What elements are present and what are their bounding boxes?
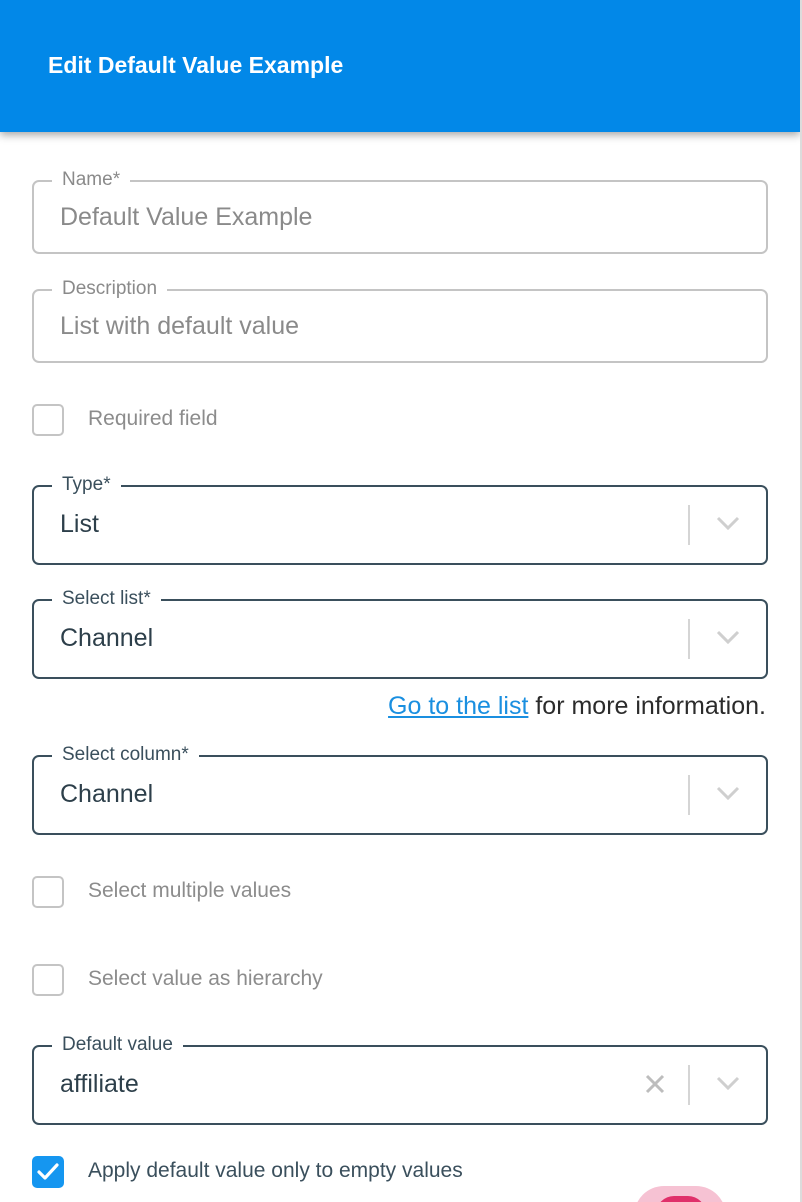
description-field: Description List with default value xyxy=(32,277,768,363)
column-select-value: Channel xyxy=(60,780,154,808)
column-select[interactable]: Select column* Channel xyxy=(32,743,768,835)
hierarchy-label: Select value as hierarchy xyxy=(88,967,323,990)
apply-default-label: Apply default value only to empty values xyxy=(88,1159,463,1182)
list-select[interactable]: Select list* Channel xyxy=(32,587,768,679)
name-field: Name* Default Value Example xyxy=(32,168,768,254)
checkmark-icon xyxy=(37,1163,59,1180)
fab-core xyxy=(656,1196,706,1202)
chevron-down-icon[interactable] xyxy=(716,785,740,806)
helper-suffix: for more information. xyxy=(528,692,766,720)
type-select-value: List xyxy=(60,510,99,538)
list-helper-text: Go to the list for more information. xyxy=(388,692,766,721)
type-select[interactable]: Type* List xyxy=(32,473,768,565)
panel-header: Edit Default Value Example xyxy=(0,0,800,132)
floating-action-button[interactable] xyxy=(634,1186,726,1202)
chevron-down-icon[interactable] xyxy=(716,629,740,650)
multiple-values-checkbox xyxy=(32,876,64,908)
hierarchy-checkbox xyxy=(32,964,64,996)
go-to-list-link[interactable]: Go to the list xyxy=(388,692,528,720)
default-value-value: affiliate xyxy=(60,1070,139,1098)
list-select-value: Channel xyxy=(60,624,154,652)
multiple-values-label: Select multiple values xyxy=(88,879,292,902)
list-select-label: Select list* xyxy=(52,587,161,611)
indicator-separator xyxy=(688,619,690,659)
edit-field-panel: Edit Default Value Example Name* Default… xyxy=(0,0,802,1202)
indicator-separator xyxy=(688,505,690,545)
chevron-down-icon[interactable] xyxy=(716,515,740,536)
type-select-label: Type* xyxy=(52,473,121,497)
indicator-separator xyxy=(688,1065,690,1105)
default-value-label: Default value xyxy=(52,1033,183,1057)
indicator-separator xyxy=(688,775,690,815)
column-select-label: Select column* xyxy=(52,743,199,767)
name-field-value: Default Value Example xyxy=(60,203,313,231)
required-field-label: Required field xyxy=(88,407,218,430)
description-field-label: Description xyxy=(52,277,168,301)
description-field-value: List with default value xyxy=(60,312,300,340)
panel-title: Edit Default Value Example xyxy=(48,52,344,78)
chevron-down-icon[interactable] xyxy=(716,1075,740,1096)
default-value-select[interactable]: Default value affiliate xyxy=(32,1033,768,1125)
required-field-checkbox xyxy=(32,404,64,436)
name-field-label: Name* xyxy=(52,168,131,192)
apply-default-checkbox[interactable] xyxy=(32,1156,64,1188)
close-icon[interactable] xyxy=(644,1073,666,1100)
